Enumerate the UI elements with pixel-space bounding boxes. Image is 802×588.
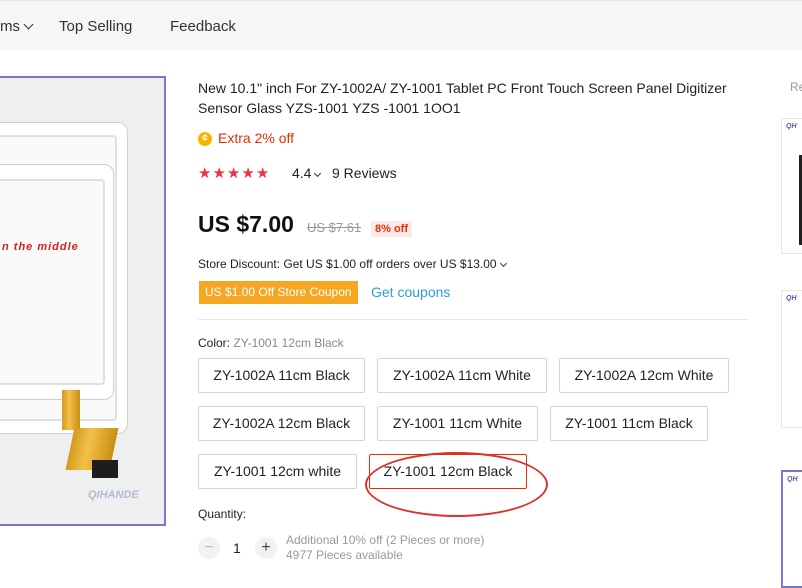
- nav-feedback[interactable]: Feedback: [170, 18, 236, 35]
- color-selected-value: ZY-1001 12cm Black: [233, 336, 344, 350]
- coin-icon: ¢: [198, 132, 212, 146]
- bulk-discount-note: Additional 10% off (2 Pieces or more): [286, 533, 485, 547]
- product-main-image[interactable]: n the middle QIHANDE: [0, 76, 166, 526]
- fpc-ribbon: [62, 390, 80, 430]
- rating-value: 4.4: [292, 165, 312, 181]
- thumb-logo: QH: [786, 123, 797, 130]
- recommend-card[interactable]: QH: [781, 470, 802, 588]
- star-icon: ★: [198, 165, 212, 182]
- color-label: Color: ZY-1001 12cm Black: [198, 336, 344, 350]
- color-option[interactable]: ZY-1002A 12cm White: [559, 358, 729, 393]
- color-option[interactable]: ZY-1001 11cm Black: [550, 406, 708, 441]
- store-coupon-badge[interactable]: US $1.00 Off Store Coupon: [199, 281, 358, 304]
- quantity-label: Quantity:: [198, 507, 247, 521]
- brand-watermark: QIHANDE: [88, 489, 139, 501]
- color-option[interactable]: ZY-1002A 12cm Black: [198, 406, 365, 441]
- current-price: US $7.00: [198, 211, 294, 237]
- recommend-card[interactable]: QH: [781, 118, 802, 254]
- image-overlay-text: n the middle: [2, 241, 79, 253]
- color-option[interactable]: ZY-1001 11cm White: [377, 406, 538, 441]
- annotation-circle: [365, 452, 548, 517]
- top-nav: ms Top Selling Feedback: [0, 0, 802, 50]
- star-icon: ★: [241, 165, 255, 182]
- chevron-down-icon: [499, 259, 507, 268]
- product-title: New 10.1" inch For ZY-1002A/ ZY-1001 Tab…: [198, 80, 727, 116]
- star-icon: ★: [226, 165, 241, 182]
- nav-items-dropdown[interactable]: ms: [0, 18, 34, 35]
- nav-top-selling[interactable]: Top Selling: [59, 18, 132, 35]
- extra-discount: Extra 2% off: [218, 130, 295, 146]
- store-discount[interactable]: Store Discount: Get US $1.00 off orders …: [198, 257, 507, 271]
- discount-badge: 8% off: [371, 221, 412, 237]
- star-rating: ★★★★★: [198, 164, 270, 183]
- quantity-plus-button[interactable]: +: [255, 537, 277, 559]
- star-half-icon: ★: [255, 165, 270, 182]
- color-label-text: Color:: [198, 336, 231, 350]
- reviews-link[interactable]: 9 Reviews: [332, 165, 397, 181]
- quantity-note: Additional 10% off (2 Pieces or more) 49…: [286, 533, 485, 563]
- recommend-card[interactable]: QH: [781, 290, 802, 428]
- chevron-down-icon: [314, 169, 322, 178]
- color-option[interactable]: ZY-1002A 11cm White: [377, 358, 547, 393]
- chevron-down-icon: [23, 19, 34, 30]
- panel-front-image: [0, 164, 114, 400]
- quantity-value[interactable]: 1: [233, 540, 241, 556]
- original-price: US $7.61: [307, 220, 362, 235]
- color-option[interactable]: ZY-1001 12cm white: [198, 454, 357, 489]
- quantity-minus-button[interactable]: −: [198, 537, 220, 559]
- get-coupons-link[interactable]: Get coupons: [371, 284, 450, 300]
- thumb-logo: QH: [786, 295, 797, 302]
- color-option[interactable]: ZY-1002A 11cm Black: [198, 358, 365, 393]
- divider: [198, 319, 748, 320]
- nav-items-label: ms: [0, 18, 20, 35]
- star-icon: ★: [212, 165, 226, 182]
- thumb-logo: QH: [787, 476, 798, 483]
- sidebar-title: Re: [790, 80, 802, 94]
- store-discount-text: Store Discount: Get US $1.00 off orders …: [198, 257, 497, 271]
- rating-dropdown[interactable]: 4.4: [292, 165, 322, 181]
- stock-available: 4977 Pieces available: [286, 548, 403, 562]
